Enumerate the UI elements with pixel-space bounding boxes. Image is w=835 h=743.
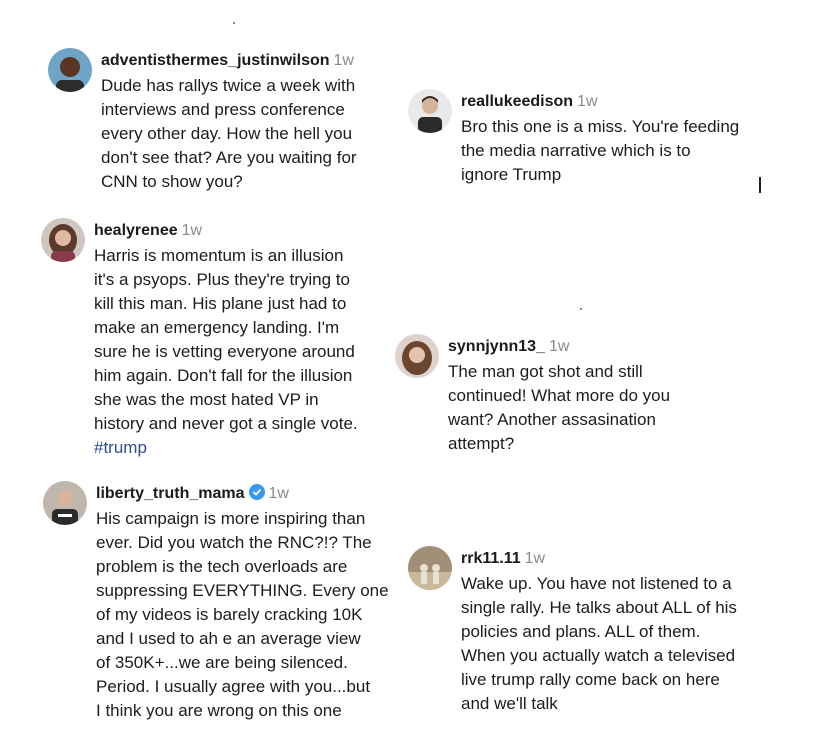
timestamp: 1w [524, 550, 546, 567]
username[interactable]: adventisthermes_justinwilson [101, 52, 330, 69]
timestamp: 1w [577, 93, 598, 110]
timestamp: 1w [333, 52, 354, 69]
comment-text: Bro this one is a miss. You're feeding t… [461, 117, 740, 184]
avatar[interactable] [408, 546, 452, 590]
avatar[interactable] [41, 218, 85, 262]
timestamp: 1w [181, 222, 203, 239]
avatar[interactable] [48, 48, 92, 92]
username[interactable]: reallukeedison [461, 93, 573, 110]
username[interactable]: healyrenee [94, 222, 178, 239]
username[interactable]: liberty_truth_mama [96, 485, 245, 502]
comment-text: Wake up. You have not listened to a sing… [461, 574, 737, 713]
timestamp: 1w [548, 338, 570, 355]
verified-badge-icon [248, 484, 265, 500]
avatar[interactable] [43, 481, 87, 525]
text-cursor [759, 177, 761, 193]
username[interactable]: rrk11.11 [461, 550, 521, 567]
comment-text: His campaign is more inspiring than ever… [96, 509, 389, 720]
stray-dot [233, 22, 235, 24]
hashtag-link[interactable]: #trump [94, 436, 358, 460]
stray-dot [580, 308, 582, 310]
comment-text: Dude has rallys twice a week with interv… [101, 76, 357, 191]
comment-text: Harris is momentum is an illusion it's a… [94, 244, 358, 460]
avatar[interactable] [408, 89, 452, 133]
timestamp: 1w [268, 485, 289, 502]
username[interactable]: synnjynn13_ [448, 338, 545, 355]
avatar[interactable] [395, 334, 439, 378]
comment-text: The man got shot and still continued! Wh… [448, 362, 671, 453]
